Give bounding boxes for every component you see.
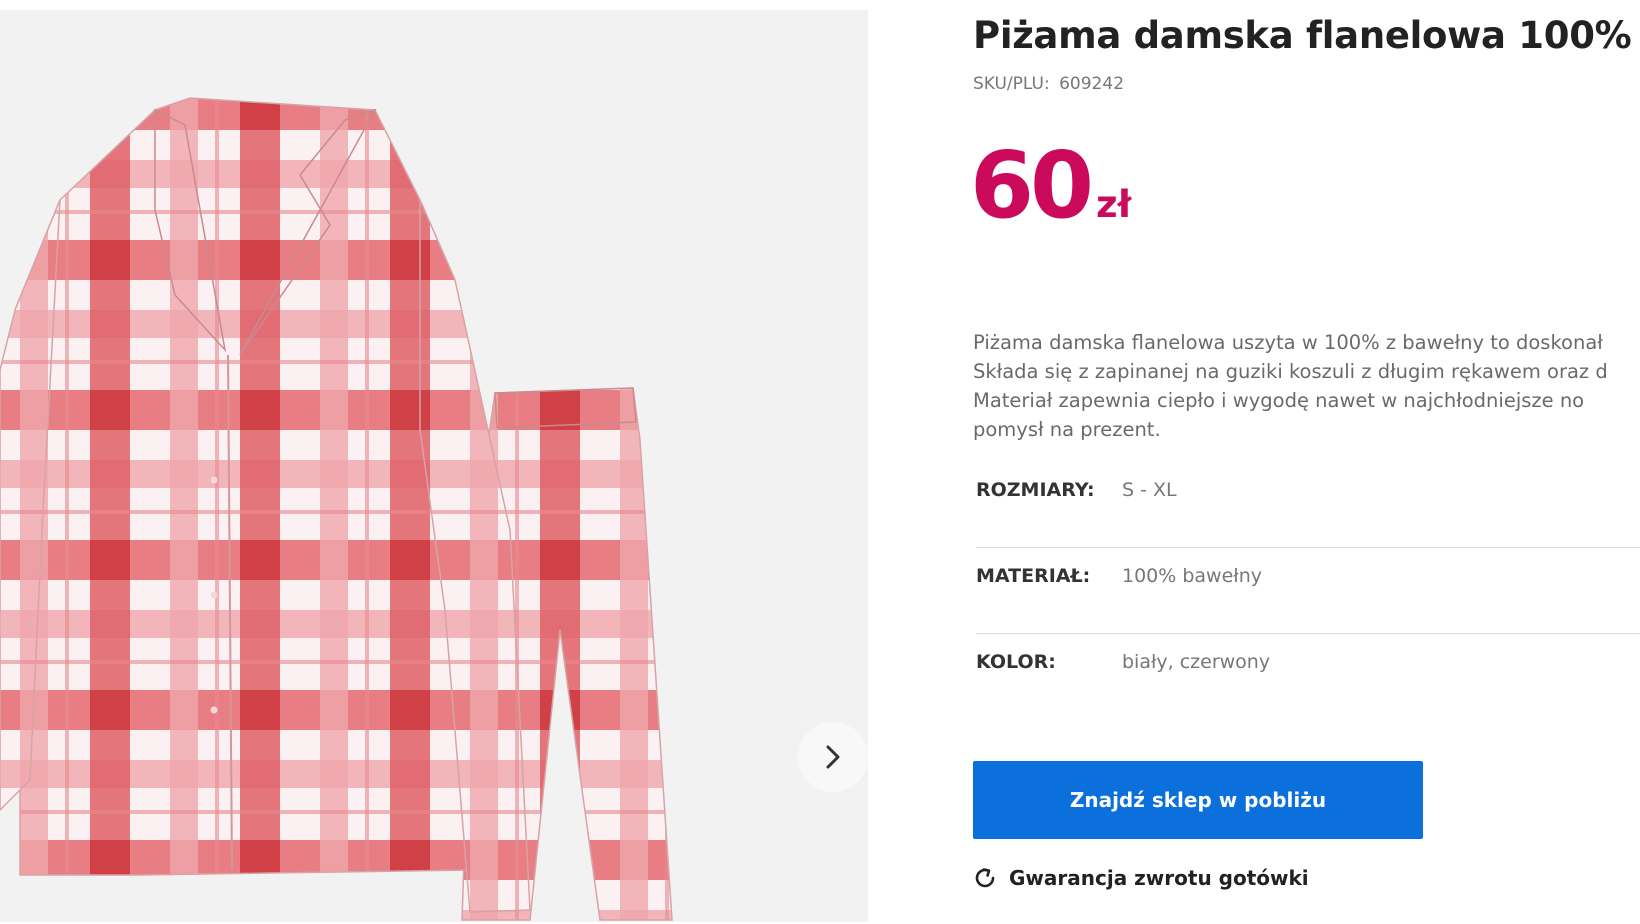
chevron-right-icon xyxy=(826,745,840,769)
product-description: Piżama damska flanelowa uszyta w 100% z … xyxy=(973,328,1640,444)
guarantee-label: Gwarancja zwrotu gotówki xyxy=(1009,866,1309,890)
price-amount: 60 xyxy=(973,132,1094,239)
spec-label: KOLOR: xyxy=(976,651,1056,673)
product-title: Piżama damska flanelowa 100% ba xyxy=(973,14,1640,57)
spec-label: MATERIAŁ: xyxy=(976,565,1091,587)
sku-value: 609242 xyxy=(1059,74,1125,94)
find-store-button[interactable]: Znajdź sklep w pobliżu xyxy=(973,761,1423,839)
money-back-guarantee-link[interactable]: Gwarancja zwrotu gotówki xyxy=(973,866,1309,890)
next-image-button[interactable] xyxy=(798,722,868,792)
refresh-icon xyxy=(975,868,995,888)
product-sku: SKU/PLU: 609242 xyxy=(973,74,1124,94)
product-gallery xyxy=(0,10,868,922)
spec-row-material: MATERIAŁ: 100% bawełny xyxy=(976,548,1640,634)
spec-row-sizes: ROZMIARY: S - XL xyxy=(976,462,1640,548)
product-price: 60 zł xyxy=(973,140,1131,232)
product-image xyxy=(0,97,673,921)
spec-value: 100% bawełny xyxy=(1122,565,1262,587)
description-line: Materiał zapewnia ciepło i wygodę nawet … xyxy=(973,389,1585,412)
description-line: pomysł na prezent. xyxy=(973,418,1161,441)
product-info: Piżama damska flanelowa 100% ba SKU/PLU:… xyxy=(973,0,1640,924)
sku-label: SKU/PLU: xyxy=(973,74,1050,94)
description-line: Piżama damska flanelowa uszyta w 100% z … xyxy=(973,331,1603,354)
price-currency: zł xyxy=(1096,183,1132,226)
product-specs: ROZMIARY: S - XL MATERIAŁ: 100% bawełny … xyxy=(976,462,1640,719)
spec-value: S - XL xyxy=(1122,479,1177,501)
spec-row-color: KOLOR: biały, czerwony xyxy=(976,634,1640,719)
spec-label: ROZMIARY: xyxy=(976,479,1095,501)
spec-value: biały, czerwony xyxy=(1122,651,1271,673)
description-line: Składa się z zapinanej na guziki koszuli… xyxy=(973,360,1608,383)
